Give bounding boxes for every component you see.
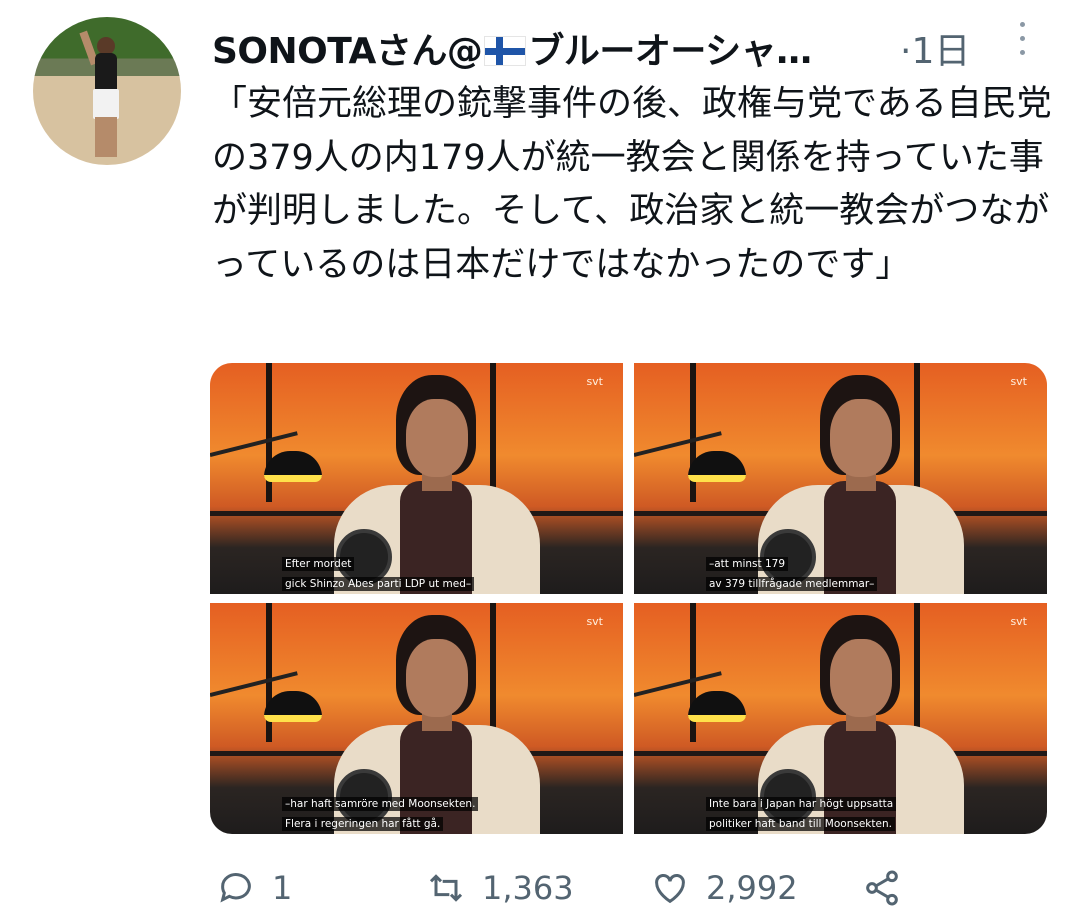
share-button[interactable] <box>862 868 918 908</box>
media-image-2[interactable]: svt –att minst 179 av 379 tillfrågade me… <box>634 363 1047 594</box>
media-image-4[interactable]: svt Inte bara i Japan har högt uppsatta … <box>634 603 1047 834</box>
svt-logo: svt <box>586 615 603 628</box>
media-image-3[interactable]: svt –har haft samröre med Moonsekten. Fl… <box>210 603 623 834</box>
reply-count: 1 <box>272 869 293 907</box>
subtitle-line: –att minst 179 <box>706 557 789 571</box>
tweet-timestamp[interactable]: ·1日 <box>900 22 970 74</box>
retweet-button[interactable]: 1,363 <box>426 868 574 908</box>
more-icon[interactable] <box>1010 18 1034 62</box>
subtitle-line: Flera i regeringen har fått gå. <box>282 817 444 831</box>
svt-logo: svt <box>1010 375 1027 388</box>
subtitle-line: Inte bara i Japan har högt uppsatta <box>706 797 897 811</box>
like-count: 2,992 <box>706 869 798 907</box>
reply-button[interactable]: 1 <box>216 868 292 908</box>
author-name-text: SONOTAさん@ <box>212 31 483 72</box>
subtitle-line: Efter mordet <box>282 557 355 571</box>
like-icon <box>655 874 685 904</box>
share-icon <box>866 870 898 906</box>
retweet-count: 1,363 <box>482 869 574 907</box>
retweet-icon <box>429 874 463 902</box>
subtitle-line: politiker haft band till Moonsekten. <box>706 817 895 831</box>
subtitle-line: av 379 tillfrågade medlemmar– <box>706 577 878 591</box>
author-name[interactable]: SONOTAさん@ ブルーオーシャ… <box>212 22 812 74</box>
finland-flag-icon <box>484 36 527 66</box>
svt-logo: svt <box>1010 615 1027 628</box>
reply-icon <box>220 873 251 903</box>
svt-logo: svt <box>586 375 603 388</box>
tweet-text: 「安倍元総理の銃撃事件の後、政権与党である自民党の379人の内179人が統一教会… <box>212 84 1052 285</box>
subtitle-line: gick Shinzo Abes parti LDP ut med– <box>282 577 475 591</box>
author-name-suffix: ブルーオーシャ… <box>528 31 812 72</box>
media-image-1[interactable]: svt Efter mordet gick Shinzo Abes parti … <box>210 363 623 594</box>
media-grid[interactable]: svt Efter mordet gick Shinzo Abes parti … <box>210 363 1047 834</box>
avatar[interactable] <box>33 17 181 165</box>
subtitle-line: –har haft samröre med Moonsekten. <box>282 797 479 811</box>
tweet-actions: 1 1,363 2,992 <box>0 860 1080 920</box>
like-button[interactable]: 2,992 <box>650 868 798 908</box>
